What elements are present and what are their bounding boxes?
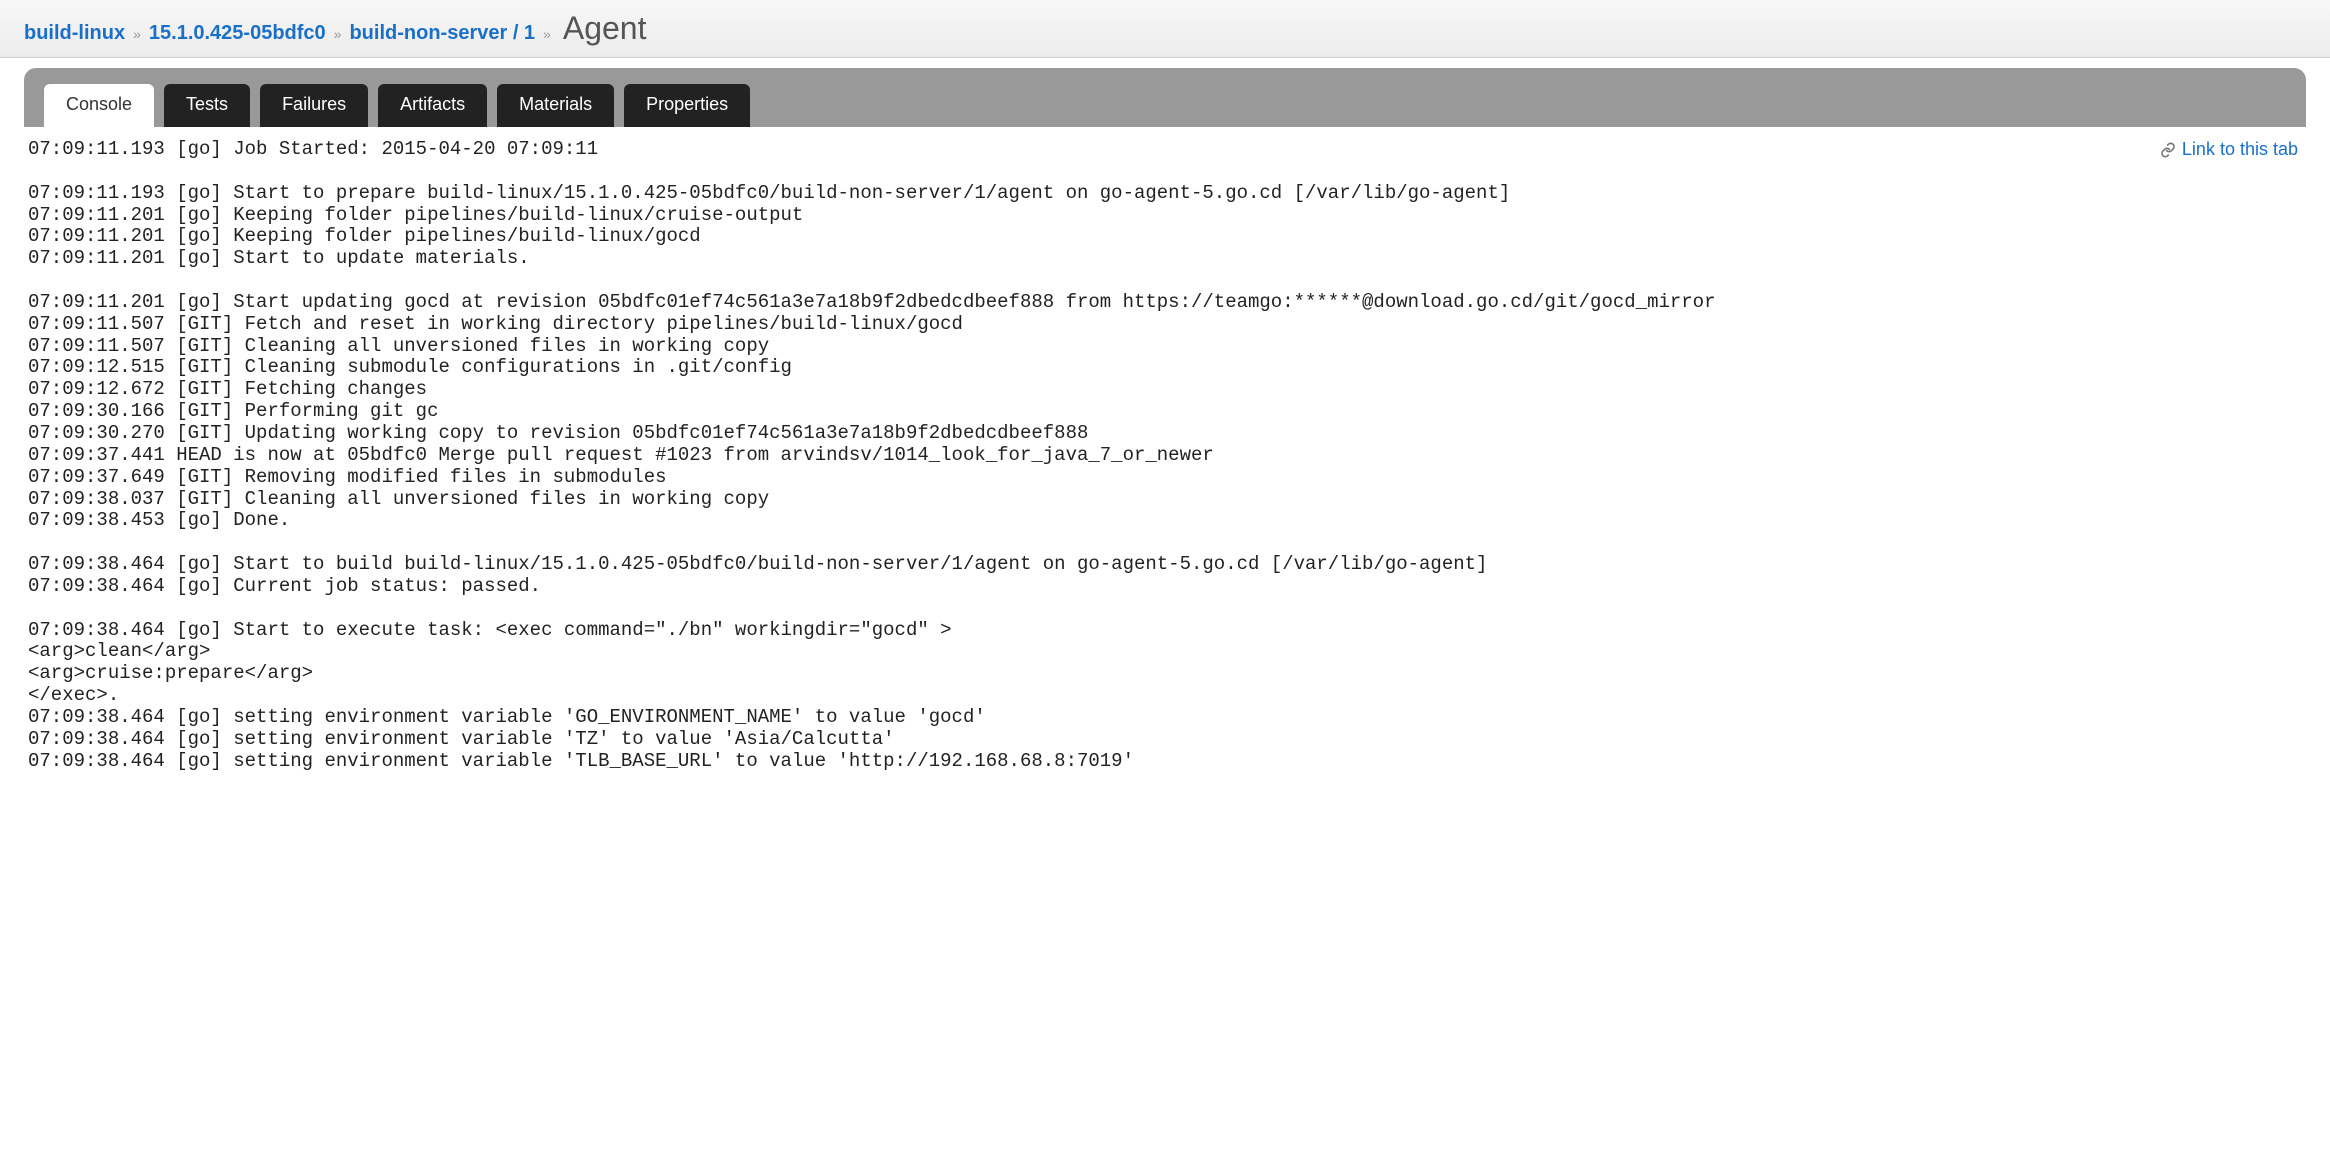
- breadcrumb-sep: »: [543, 26, 551, 42]
- tab-artifacts[interactable]: Artifacts: [378, 84, 487, 127]
- breadcrumb-link-instance[interactable]: 15.1.0.425-05bdfc0: [149, 22, 326, 45]
- breadcrumb-link-stage[interactable]: build-non-server / 1: [349, 22, 535, 45]
- breadcrumb-link-pipeline[interactable]: build-linux: [24, 22, 125, 45]
- header-bar: build-linux » 15.1.0.425-05bdfc0 » build…: [0, 0, 2330, 58]
- tab-properties[interactable]: Properties: [624, 84, 750, 127]
- link-to-tab-wrap: Link to this tab: [2160, 139, 2298, 160]
- tab-content: Link to this tab 07:09:11.193 [go] Job S…: [24, 127, 2306, 792]
- breadcrumb-sep: »: [334, 26, 342, 42]
- link-to-tab[interactable]: Link to this tab: [2182, 139, 2298, 160]
- breadcrumb: build-linux » 15.1.0.425-05bdfc0 » build…: [24, 10, 646, 47]
- tab-console[interactable]: Console: [44, 84, 154, 127]
- page-title: Agent: [563, 10, 647, 47]
- tabs-bar: Console Tests Failures Artifacts Materia…: [24, 68, 2306, 127]
- link-icon: [2160, 142, 2176, 158]
- tab-failures[interactable]: Failures: [260, 84, 368, 127]
- console-output: 07:09:11.193 [go] Job Started: 2015-04-2…: [24, 139, 2306, 772]
- tab-materials[interactable]: Materials: [497, 84, 614, 127]
- tab-tests[interactable]: Tests: [164, 84, 250, 127]
- breadcrumb-sep: »: [133, 26, 141, 42]
